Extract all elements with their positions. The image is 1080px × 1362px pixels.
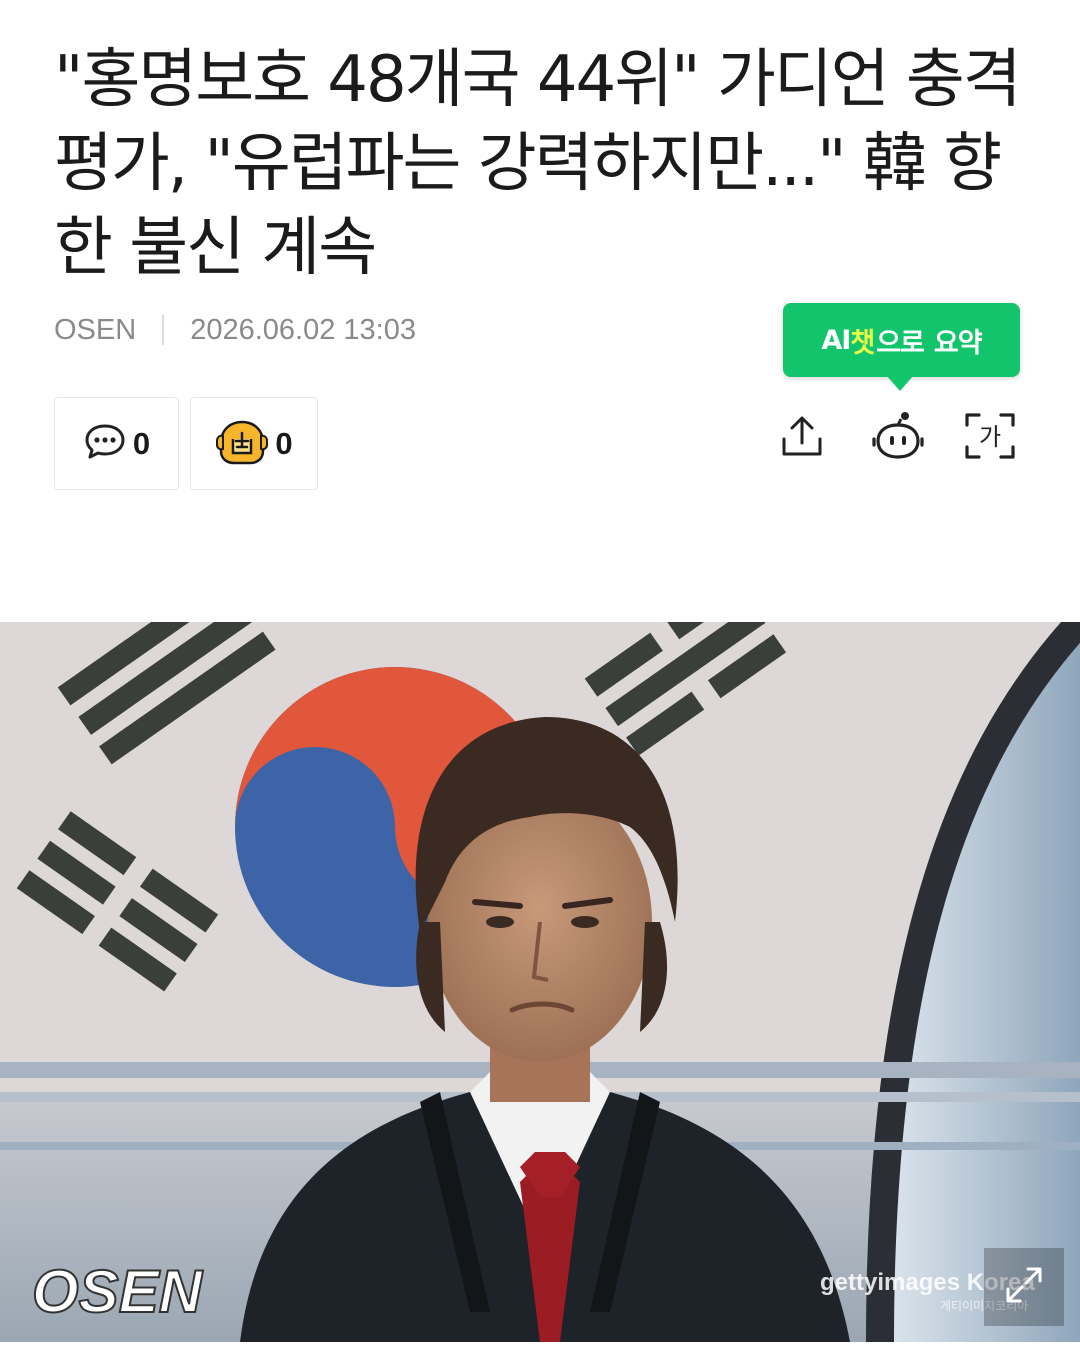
meta-divider [162, 315, 165, 345]
font-size-glyph: 가 [979, 423, 1001, 451]
emotion-face-icon [215, 419, 269, 469]
ai-summary-label-ai: AI [821, 324, 851, 356]
ai-summary-bubble-tail [886, 375, 914, 391]
share-button[interactable] [774, 410, 830, 466]
osen-watermark: OSEN [31, 1257, 205, 1326]
emotion-button[interactable]: 0 [190, 397, 318, 490]
ai-bot-icon [871, 409, 925, 467]
article-meta: OSEN 2026.06.02 13:03 [54, 312, 416, 348]
article-source[interactable]: OSEN [54, 314, 136, 347]
ai-bot-button[interactable] [870, 410, 926, 466]
article-headline: "홍명보호 48개국 44위" 가디언 충격 평가, "유럽파는 강력하지만..… [54, 43, 1022, 285]
ai-summary-label-chat: 챗 [850, 327, 875, 359]
font-size-button[interactable]: 가 [962, 410, 1018, 466]
share-icon [777, 411, 827, 465]
expand-icon [1002, 1263, 1046, 1311]
ai-summary-label-with: 으로 [876, 327, 925, 359]
comment-button[interactable]: 0 [54, 397, 179, 490]
ai-summary-label-summary: 요약 [933, 327, 983, 359]
emotion-count: 0 [275, 425, 293, 461]
article-photo[interactable]: OSEN gettyimages Korea 게티이미지코리아 [0, 622, 1080, 1342]
comment-icon [83, 422, 127, 466]
comment-count: 0 [132, 425, 151, 461]
ai-summary-bubble[interactable]: AI 챗 으로 요약 [783, 303, 1020, 377]
article-datetime: 2026.06.02 13:03 [190, 313, 416, 346]
font-size-icon: 가 [963, 409, 1017, 467]
osen-watermark-text: OSEN [32, 1258, 204, 1325]
expand-photo-button[interactable] [984, 1248, 1064, 1326]
